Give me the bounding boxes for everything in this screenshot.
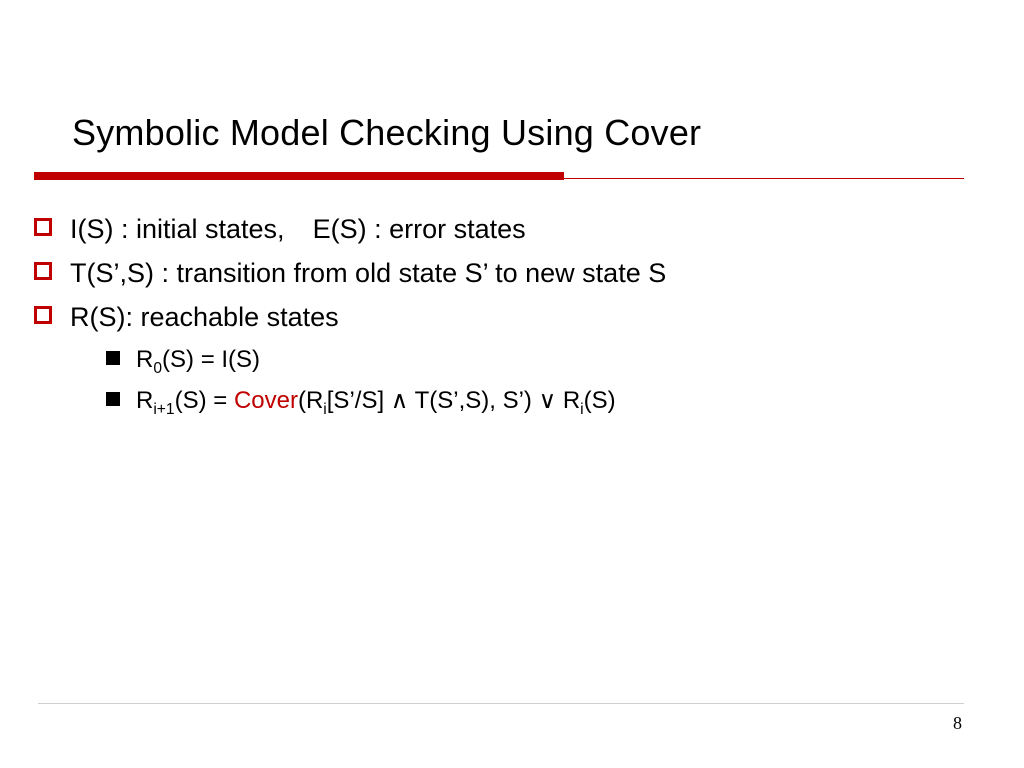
sub-bullet-item: Ri+1(S) = Cover(Ri[S’/S] ∧ T(S’,S), S’) … xyxy=(106,383,964,419)
sub-bullet-text: R0(S) = I(S) xyxy=(136,342,260,378)
subscript: i+1 xyxy=(153,401,174,418)
text-segment: (S) = xyxy=(175,387,234,414)
filled-square-icon xyxy=(106,351,120,365)
slide-title: Symbolic Model Checking Using Cover xyxy=(72,112,701,154)
hollow-square-icon xyxy=(34,262,52,280)
text-segment: [S’/S] ∧ T(S’,S), S’) ∨ R xyxy=(327,387,580,414)
slide-body: I(S) : initial states, E(S) : error state… xyxy=(34,205,964,424)
text-segment: (S) = I(S) xyxy=(162,346,260,373)
title-underline xyxy=(34,172,964,182)
bullet-item: R(S): reachable states xyxy=(34,299,964,337)
text-segment: R xyxy=(136,346,153,373)
sub-bullet-text: Ri+1(S) = Cover(Ri[S’/S] ∧ T(S’,S), S’) … xyxy=(136,383,616,419)
bullet-text: T(S’,S) : transition from old state S’ t… xyxy=(70,255,666,293)
bullet-text: I(S) : initial states, E(S) : error state… xyxy=(70,211,526,249)
subscript: i xyxy=(580,401,583,418)
text-segment: I(S) : initial states, xyxy=(70,214,285,244)
page-number: 8 xyxy=(953,713,962,734)
bullet-item: T(S’,S) : transition from old state S’ t… xyxy=(34,255,964,293)
subscript: 0 xyxy=(153,360,162,377)
text-segment: (S) xyxy=(584,387,616,414)
slide: Symbolic Model Checking Using Cover I(S)… xyxy=(0,0,1024,768)
text-segment: R xyxy=(136,387,153,414)
filled-square-icon xyxy=(106,392,120,406)
bullet-text: R(S): reachable states xyxy=(70,299,339,337)
footer-rule xyxy=(38,703,964,704)
hollow-square-icon xyxy=(34,306,52,324)
text-segment: (R xyxy=(298,387,323,414)
bullet-item: I(S) : initial states, E(S) : error state… xyxy=(34,211,964,249)
title-underline-thin xyxy=(34,178,964,179)
sub-bullet-item: R0(S) = I(S) xyxy=(106,342,964,378)
text-segment: E(S) : error states xyxy=(313,214,526,244)
subscript: i xyxy=(323,401,326,418)
highlight-cover: Cover xyxy=(234,387,298,414)
hollow-square-icon xyxy=(34,218,52,236)
